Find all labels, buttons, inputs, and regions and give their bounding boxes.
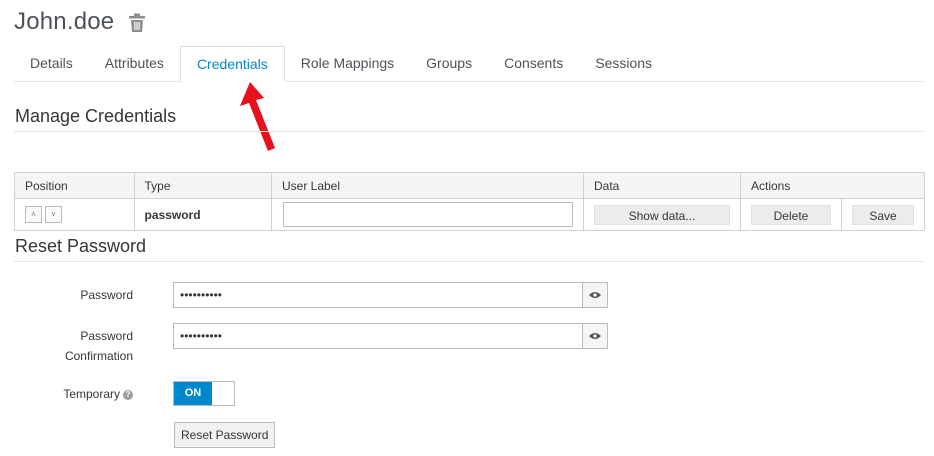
password-label: Password — [80, 288, 133, 302]
tab-consents[interactable]: Consents — [488, 46, 579, 81]
position-cell: ˄ ˅ — [14, 198, 135, 231]
table-header-row: Position Type User Label Data Actions — [14, 172, 926, 199]
user-label-cell — [270, 198, 584, 231]
show-confirmation-button[interactable] — [582, 323, 608, 349]
eye-icon — [589, 333, 601, 339]
page-header: John.doe — [14, 8, 146, 36]
move-up-button[interactable]: ˄ — [25, 206, 42, 223]
password-confirmation-input[interactable]: •••••••••• — [173, 323, 583, 349]
temporary-label: Temporary — [63, 387, 120, 401]
delete-button[interactable]: Delete — [750, 204, 831, 225]
column-header-position: Position — [14, 172, 135, 199]
reset-password-title: Reset Password — [15, 236, 147, 256]
credential-type: password — [133, 198, 272, 231]
show-password-button[interactable] — [582, 282, 608, 308]
column-header-type: Type — [133, 172, 272, 199]
help-icon[interactable]: ? — [123, 389, 133, 400]
move-down-button[interactable]: ˅ — [45, 206, 62, 223]
tab-bar: Details Attributes Credentials Role Mapp… — [14, 46, 924, 82]
toggle-on-label: ON — [174, 382, 212, 405]
credentials-table: Position Type User Label Data Actions ˄ ˅… — [14, 172, 926, 231]
page-title: John.doe — [14, 8, 115, 35]
user-label-input[interactable] — [282, 202, 573, 227]
tab-sessions[interactable]: Sessions — [579, 46, 668, 81]
save-button[interactable]: Save — [852, 204, 914, 225]
temporary-label-wrap: Temporary? — [40, 384, 133, 404]
trash-icon[interactable] — [128, 13, 146, 33]
annotation-arrow-icon — [240, 82, 275, 151]
divider — [14, 261, 924, 262]
column-header-actions: Actions — [739, 172, 926, 199]
table-row: ˄ ˅ password Show data... Delete Save — [14, 198, 925, 231]
column-header-data: Data — [582, 172, 741, 199]
show-data-button[interactable]: Show data... — [593, 204, 730, 225]
divider — [14, 131, 924, 132]
tab-attributes[interactable]: Attributes — [89, 46, 180, 81]
delete-cell: Delete — [739, 198, 843, 231]
reset-password-button[interactable]: Reset Password — [174, 422, 276, 448]
tab-details[interactable]: Details — [14, 46, 89, 81]
save-cell: Save — [841, 198, 925, 231]
temporary-toggle[interactable]: ON — [173, 381, 235, 406]
column-header-user-label: User Label — [270, 172, 584, 199]
eye-icon — [589, 292, 601, 298]
password-confirmation-label-line2: Confirmation — [64, 349, 133, 363]
tab-groups[interactable]: Groups — [410, 46, 488, 81]
data-cell: Show data... — [582, 198, 741, 231]
tab-role-mappings[interactable]: Role Mappings — [285, 46, 410, 81]
password-confirmation-label: Password Confirmation — [40, 326, 133, 366]
password-input[interactable]: •••••••••• — [173, 282, 583, 308]
manage-credentials-title: Manage Credentials — [15, 106, 177, 126]
password-confirmation-label-line1: Password — [80, 329, 133, 343]
toggle-handle — [212, 382, 234, 405]
